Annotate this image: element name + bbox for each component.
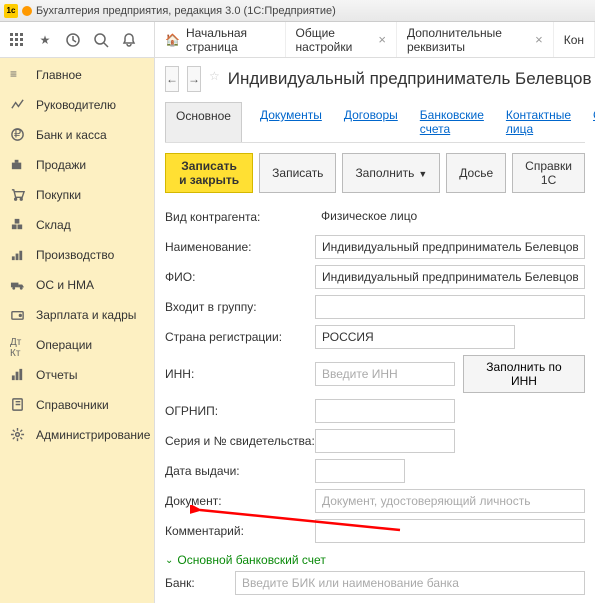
history-icon[interactable] [64, 31, 82, 49]
comment-label: Комментарий: [165, 524, 315, 538]
reports-icon [10, 367, 26, 383]
bank-section-toggle[interactable]: ⌄Основной банковский счет [165, 549, 585, 571]
sidebar-item-purchases[interactable]: Покупки [0, 180, 154, 210]
sidebar-item-reports[interactable]: Отчеты [0, 360, 154, 390]
favorite-icon[interactable]: ☆ [209, 69, 220, 89]
page-title: Индивидуальный предприниматель Белевцов … [228, 69, 595, 89]
kind-value: Физическое лицо [315, 205, 585, 229]
sidebar-item-operations[interactable]: ДтКтОперации [0, 330, 154, 360]
kind-label: Вид контрагента: [165, 210, 315, 224]
inn-input[interactable] [315, 362, 455, 386]
chevron-down-icon: ⌄ [165, 555, 173, 566]
cart-icon [10, 187, 26, 203]
chevron-down-icon: ▼ [418, 169, 427, 179]
name-label: Наименование: [165, 240, 315, 254]
window-title: Бухгалтерия предприятия, редакция 3.0 (1… [36, 5, 336, 17]
subtab-docs[interactable]: Документы [256, 102, 326, 142]
fio-label: ФИО: [165, 270, 315, 284]
content: ← → ☆ Индивидуальный предприниматель Бел… [155, 58, 595, 603]
app-menu-icon[interactable] [22, 6, 32, 16]
tab-counterparty[interactable]: Кон [554, 22, 595, 57]
ogrnip-input[interactable] [315, 399, 455, 423]
help-button[interactable]: Справки 1С [512, 153, 585, 193]
doc-label: Документ: [165, 494, 315, 508]
subtab-contracts[interactable]: Договоры [340, 102, 402, 142]
subtab-accounts[interactable]: Банковские счета [416, 102, 488, 142]
sidebar-item-admin[interactable]: Администрирование [0, 420, 154, 450]
doc-input[interactable] [315, 489, 585, 513]
fio-input[interactable] [315, 265, 585, 289]
close-icon[interactable]: × [378, 32, 386, 47]
subtab-ledger[interactable]: Счета [589, 102, 595, 142]
back-button[interactable]: ← [165, 66, 179, 92]
tab-extra[interactable]: Дополнительные реквизиты× [397, 22, 554, 57]
bank-label: Банк: [165, 576, 235, 590]
sales-icon [10, 157, 26, 173]
chart-icon [10, 97, 26, 113]
tab-home[interactable]: 🏠Начальная страница [155, 22, 286, 57]
sidebar-item-sales[interactable]: Продажи [0, 150, 154, 180]
gear-icon [10, 427, 26, 443]
ogrnip-label: ОГРНИП: [165, 404, 315, 418]
date-label: Дата выдачи: [165, 464, 315, 478]
sidebar-item-bank[interactable]: ₽Банк и касса [0, 120, 154, 150]
country-label: Страна регистрации: [165, 330, 315, 344]
bell-icon[interactable] [120, 31, 138, 49]
fill-by-inn-button[interactable]: Заполнить по ИНН [463, 355, 585, 393]
warehouse-icon [10, 217, 26, 233]
sidebar-item-refs[interactable]: Справочники [0, 390, 154, 420]
factory-icon [10, 247, 26, 263]
group-label: Входит в группу: [165, 300, 315, 314]
date-input[interactable] [315, 459, 405, 483]
book-icon [10, 397, 26, 413]
sidebar-item-assets[interactable]: ОС и НМА [0, 270, 154, 300]
sidebar-item-main[interactable]: ≡Главное [0, 60, 154, 90]
truck-icon [10, 277, 26, 293]
country-input[interactable] [315, 325, 515, 349]
search-icon[interactable] [92, 31, 110, 49]
serial-input[interactable] [315, 429, 455, 453]
toolbar: ★ 🏠Начальная страница Общие настройки× Д… [0, 22, 595, 58]
app-icon: 1c [4, 4, 18, 18]
subtab-main[interactable]: Основное [165, 102, 242, 142]
comment-input[interactable] [315, 519, 585, 543]
dossier-button[interactable]: Досье [446, 153, 506, 193]
menu-icon: ≡ [10, 67, 26, 83]
ruble-icon: ₽ [10, 127, 26, 143]
fill-button[interactable]: Заполнить▼ [342, 153, 440, 193]
bank-input[interactable] [235, 571, 585, 595]
save-close-button[interactable]: Записать и закрыть [165, 153, 253, 193]
tab-settings[interactable]: Общие настройки× [286, 22, 397, 57]
serial-label: Серия и № свидетельства: [165, 434, 315, 448]
titlebar: 1c Бухгалтерия предприятия, редакция 3.0… [0, 0, 595, 22]
subtabs: Основное Документы Договоры Банковские с… [165, 102, 585, 143]
wallet-icon [10, 307, 26, 323]
inn-label: ИНН: [165, 367, 315, 381]
svg-text:₽: ₽ [14, 128, 21, 140]
close-icon[interactable]: × [535, 32, 543, 47]
home-icon: 🏠 [165, 33, 180, 47]
save-button[interactable]: Записать [259, 153, 336, 193]
apps-icon[interactable] [8, 31, 26, 49]
sidebar-item-manager[interactable]: Руководителю [0, 90, 154, 120]
sidebar-item-production[interactable]: Производство [0, 240, 154, 270]
star-icon[interactable]: ★ [36, 31, 54, 49]
forward-button[interactable]: → [187, 66, 201, 92]
sidebar: ≡Главное Руководителю ₽Банк и касса Прод… [0, 58, 155, 603]
sidebar-item-warehouse[interactable]: Склад [0, 210, 154, 240]
group-input[interactable] [315, 295, 585, 319]
operations-icon: ДтКт [10, 337, 26, 353]
sidebar-item-hr[interactable]: Зарплата и кадры [0, 300, 154, 330]
name-input[interactable] [315, 235, 585, 259]
subtab-contacts[interactable]: Контактные лица [502, 102, 575, 142]
